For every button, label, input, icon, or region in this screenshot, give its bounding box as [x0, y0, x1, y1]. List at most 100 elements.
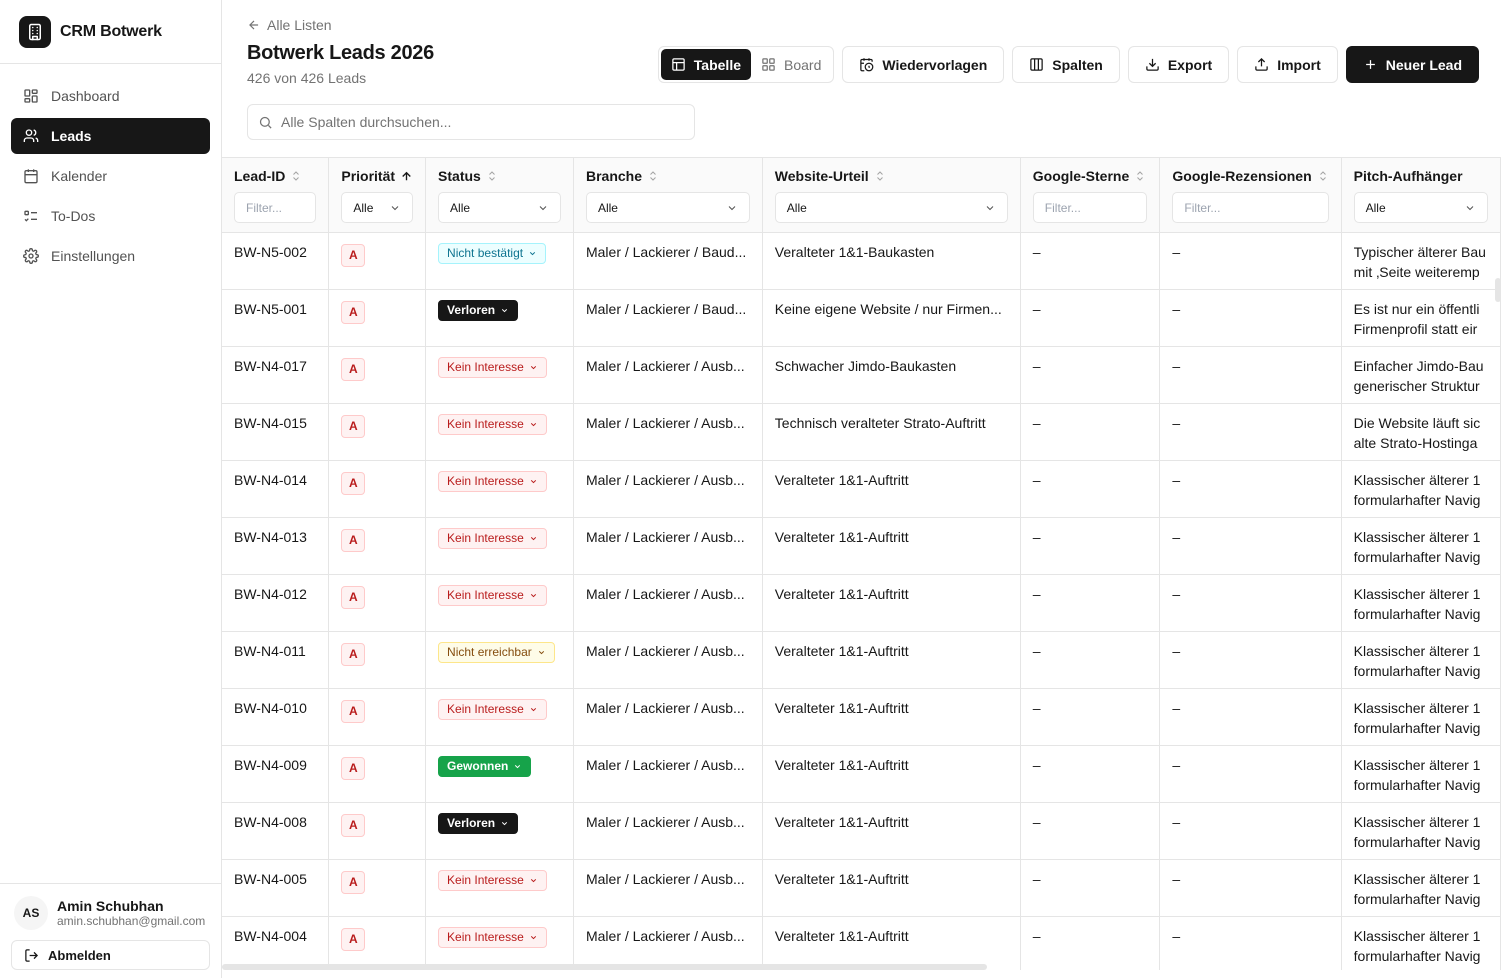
column-label-wrap[interactable]: Google-Sterne [1033, 168, 1148, 184]
urteil-cell[interactable]: Veralteter 1&1-Auftritt [762, 460, 1021, 518]
sterne-cell[interactable]: – [1020, 289, 1161, 347]
urteil-cell[interactable]: Veralteter 1&1-Auftritt [762, 745, 1021, 803]
table-row[interactable]: BW-N4-014 A Kein Interesse Maler / Lackiere… [222, 460, 1501, 518]
column-header[interactable]: Priorität Alle [328, 158, 427, 233]
column-filter-input[interactable]: Filter... [1032, 192, 1148, 223]
branche-cell[interactable]: Maler / Lackierer / Ausb... [573, 346, 763, 404]
priority-cell[interactable]: A [328, 745, 427, 803]
rezensionen-cell[interactable]: – [1159, 574, 1342, 632]
column-filter-select[interactable]: Alle [585, 192, 750, 223]
sterne-cell[interactable]: – [1020, 232, 1161, 290]
column-filter-input[interactable]: Filter... [234, 192, 317, 223]
column-header[interactable]: Google-Rezensionen Filter... [1159, 158, 1342, 233]
column-label-wrap[interactable]: Status [438, 168, 561, 184]
columns-button[interactable]: Spalten [1012, 46, 1120, 83]
priority-cell[interactable]: A [328, 631, 427, 689]
sidebar-item-leads[interactable]: Leads [11, 118, 210, 154]
table-row[interactable]: BW-N4-017 A Kein Interesse Maler / Lackiere… [222, 346, 1501, 404]
export-button[interactable]: Export [1127, 46, 1230, 83]
rezensionen-cell[interactable]: – [1159, 859, 1342, 917]
pitch-cell[interactable]: Einfacher Jimdo-Bau generischer Struktur [1341, 346, 1501, 404]
leads-table-container[interactable]: Lead-ID Filter... Priorität Alle Status Alle B… [222, 157, 1501, 970]
lead-id-cell[interactable]: BW-N4-011 [222, 631, 330, 689]
urteil-cell[interactable]: Veralteter 1&1-Auftritt [762, 574, 1021, 632]
table-row[interactable]: BW-N4-015 A Kein Interesse Maler / Lackiere… [222, 403, 1501, 461]
lead-id-cell[interactable]: BW-N4-013 [222, 517, 330, 575]
pitch-cell[interactable]: Typischer älterer Bau mit ‚Seite weiterem… [1341, 232, 1501, 290]
sidebar-item-einstellungen[interactable]: Einstellungen [11, 238, 210, 274]
column-label-wrap[interactable]: Website-Urteil [775, 168, 1008, 184]
status-dropdown[interactable]: Gewonnen [438, 755, 532, 777]
table-row[interactable]: BW-N4-005 A Kein Interesse Maler / Lackiere… [222, 859, 1501, 917]
branche-cell[interactable]: Maler / Lackierer / Ausb... [573, 631, 763, 689]
column-filter-select[interactable]: Alle [341, 192, 414, 223]
sterne-cell[interactable]: – [1020, 574, 1161, 632]
table-row[interactable]: BW-N4-009 A Gewonnen Maler / Lackierer / Au… [222, 745, 1501, 803]
column-label-wrap[interactable]: Priorität [341, 168, 413, 184]
sterne-cell[interactable]: – [1020, 631, 1161, 689]
branche-cell[interactable]: Maler / Lackierer / Ausb... [573, 916, 763, 970]
pitch-cell[interactable]: Klassischer älterer 1 formularhafter Navi… [1341, 688, 1501, 746]
status-dropdown[interactable]: Kein Interesse [438, 356, 547, 378]
pitch-cell[interactable]: Klassischer älterer 1 formularhafter Navi… [1341, 802, 1501, 860]
pitch-cell[interactable]: Klassischer älterer 1 formularhafter Navi… [1341, 859, 1501, 917]
branche-cell[interactable]: Maler / Lackierer / Ausb... [573, 802, 763, 860]
status-dropdown[interactable]: Verloren [438, 299, 519, 321]
sterne-cell[interactable]: – [1020, 517, 1161, 575]
status-dropdown[interactable]: Kein Interesse [438, 869, 547, 891]
lead-id-cell[interactable]: BW-N4-015 [222, 403, 330, 461]
lead-id-cell[interactable]: BW-N4-005 [222, 859, 330, 917]
column-filter-input[interactable]: Filter... [1172, 192, 1329, 223]
priority-cell[interactable]: A [328, 517, 427, 575]
column-header[interactable]: Branche Alle [573, 158, 763, 233]
new-lead-button[interactable]: Neuer Lead [1345, 46, 1479, 83]
status-dropdown[interactable]: Kein Interesse [438, 413, 547, 435]
pitch-cell[interactable]: Klassischer älterer 1 formularhafter Navi… [1341, 745, 1501, 803]
branche-cell[interactable]: Maler / Lackierer / Ausb... [573, 403, 763, 461]
sidebar-item-dashboard[interactable]: Dashboard [11, 78, 210, 114]
rezensionen-cell[interactable]: – [1159, 289, 1342, 347]
urteil-cell[interactable]: Veralteter 1&1-Baukasten [762, 232, 1021, 290]
vertical-scrollbar[interactable] [1495, 278, 1501, 302]
status-dropdown[interactable]: Verloren [438, 812, 519, 834]
column-header[interactable]: Website-Urteil Alle [762, 158, 1021, 233]
column-label-wrap[interactable]: Branche [586, 168, 750, 184]
branche-cell[interactable]: Maler / Lackierer / Baud... [573, 289, 763, 347]
priority-cell[interactable]: A [328, 460, 427, 518]
priority-cell[interactable]: A [328, 232, 427, 290]
column-filter-select[interactable]: Alle [774, 192, 1008, 223]
rezensionen-cell[interactable]: – [1159, 631, 1342, 689]
rezensionen-cell[interactable]: – [1159, 916, 1342, 970]
status-dropdown[interactable]: Nicht bestätigt [438, 242, 547, 264]
table-row[interactable]: BW-N5-001 A Verloren Maler / Lackierer / Ba… [222, 289, 1501, 347]
priority-cell[interactable]: A [328, 403, 427, 461]
rezensionen-cell[interactable]: – [1159, 745, 1342, 803]
table-row[interactable]: BW-N5-002 A Nicht bestätigt Maler / Lackier… [222, 232, 1501, 290]
branche-cell[interactable]: Maler / Lackierer / Ausb... [573, 460, 763, 518]
view-board-button[interactable]: Board [751, 49, 831, 80]
view-table-button[interactable]: Tabelle [660, 49, 751, 80]
rezensionen-cell[interactable]: – [1159, 688, 1342, 746]
sterne-cell[interactable]: – [1020, 460, 1161, 518]
urteil-cell[interactable]: Veralteter 1&1-Auftritt [762, 916, 1021, 970]
logout-button[interactable]: Abmelden [11, 940, 210, 970]
lead-id-cell[interactable]: BW-N4-010 [222, 688, 330, 746]
urteil-cell[interactable]: Veralteter 1&1-Auftritt [762, 859, 1021, 917]
lead-id-cell[interactable]: BW-N4-008 [222, 802, 330, 860]
column-label-wrap[interactable]: Pitch-Aufhänger [1354, 168, 1488, 184]
priority-cell[interactable]: A [328, 346, 427, 404]
pitch-cell[interactable]: Klassischer älterer 1 formularhafter Navi… [1341, 460, 1501, 518]
urteil-cell[interactable]: Veralteter 1&1-Auftritt [762, 517, 1021, 575]
sterne-cell[interactable]: – [1020, 859, 1161, 917]
lead-id-cell[interactable]: BW-N4-009 [222, 745, 330, 803]
brand[interactable]: CRM Botwerk [0, 0, 221, 64]
urteil-cell[interactable]: Technisch veralteter Strato-Auftritt [762, 403, 1021, 461]
pitch-cell[interactable]: Die Website läuft sic alte Strato-Hosting… [1341, 403, 1501, 461]
status-dropdown[interactable]: Kein Interesse [438, 584, 547, 606]
lead-id-cell[interactable]: BW-N4-017 [222, 346, 330, 404]
status-dropdown[interactable]: Kein Interesse [438, 470, 547, 492]
lead-id-cell[interactable]: BW-N5-002 [222, 232, 330, 290]
rezensionen-cell[interactable]: – [1159, 802, 1342, 860]
priority-cell[interactable]: A [328, 802, 427, 860]
table-row[interactable]: BW-N4-011 A Nicht erreichbar Maler / Lackie… [222, 631, 1501, 689]
